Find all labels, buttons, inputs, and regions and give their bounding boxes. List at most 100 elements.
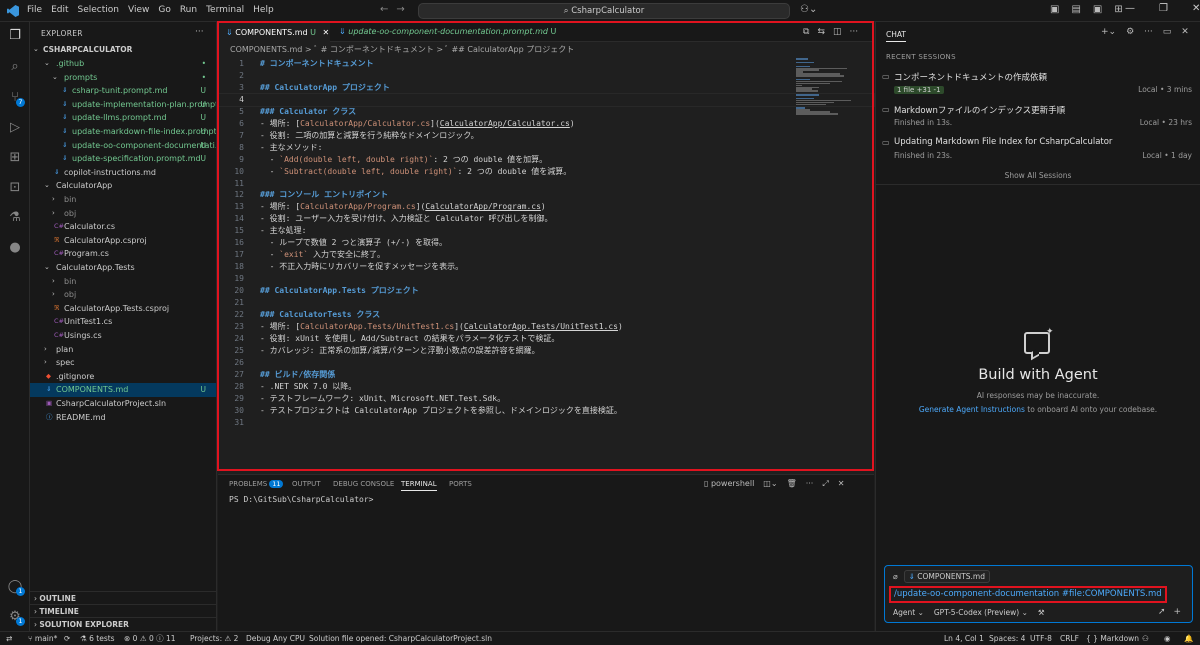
- generate-agent-instructions-link[interactable]: Generate Agent Instructions: [919, 405, 1025, 414]
- folder-item[interactable]: ⌄ CalculatorApp: [30, 179, 216, 193]
- indentation[interactable]: Spaces: 4: [989, 632, 1025, 645]
- debug-config[interactable]: Debug Any CPU: [246, 632, 305, 645]
- close-chat-icon[interactable]: ✕: [1181, 27, 1189, 37]
- folder-item[interactable]: › spec: [30, 356, 216, 370]
- menu-run[interactable]: Run: [180, 5, 197, 15]
- language-mode[interactable]: { } Markdown: [1086, 632, 1139, 645]
- panel-tab-debug-console[interactable]: DEBUG CONSOLE: [333, 480, 394, 488]
- file-item[interactable]: ◆ .gitignore: [30, 370, 216, 384]
- file-item[interactable]: ⇓ update-llms.prompt.md U: [30, 111, 216, 125]
- sync-icon[interactable]: ⟳: [64, 632, 70, 645]
- more-actions-icon[interactable]: ···: [1144, 27, 1153, 37]
- panel-tab-problems[interactable]: PROBLEMS 11: [229, 480, 284, 488]
- run-debug-icon[interactable]: ▷: [7, 120, 23, 136]
- file-item[interactable]: ⇓ COMPONENTS.md U: [30, 383, 216, 397]
- menu-terminal[interactable]: Terminal: [206, 5, 244, 15]
- accounts-status-icon[interactable]: ◉: [1164, 632, 1171, 645]
- folder-item[interactable]: › plan: [30, 343, 216, 357]
- menu-edit[interactable]: Edit: [51, 5, 68, 15]
- file-item[interactable]: ⇓ update-markdown-file-index.prompt.... U: [30, 125, 216, 139]
- more-actions-icon[interactable]: ···: [195, 27, 204, 37]
- toggle-sidebar-icon[interactable]: ▣: [1050, 4, 1059, 15]
- notifications-icon[interactable]: 🔔: [1184, 632, 1193, 645]
- command-center-search[interactable]: ⌕ CsharpCalculator: [418, 3, 790, 19]
- folder-item[interactable]: ⌄ .github •: [30, 57, 216, 71]
- folder-item[interactable]: › obj: [30, 207, 216, 221]
- testing-icon[interactable]: ⚗: [7, 210, 23, 226]
- menu-help[interactable]: Help: [253, 5, 274, 15]
- problems-indicator[interactable]: ⊗ 0 ⚠ 0 ⓘ 11: [124, 632, 176, 645]
- explorer-icon[interactable]: ❐: [7, 28, 23, 44]
- chat-settings-icon[interactable]: ⚙: [1126, 27, 1134, 37]
- kill-terminal-icon[interactable]: 🗑: [787, 479, 797, 489]
- chat-title[interactable]: CHAT: [886, 30, 907, 42]
- remote-explorer-icon[interactable]: ⊡: [7, 180, 23, 196]
- panel-tab-ports[interactable]: PORTS: [449, 480, 472, 488]
- back-arrow-icon[interactable]: ←: [380, 4, 396, 15]
- chat-session-item[interactable]: ▭ Markdownファイルのインデックス更新手順 Finished in 13s.…: [876, 104, 1200, 132]
- chat-input-text[interactable]: /update-oo-component-documentation #file…: [889, 586, 1167, 603]
- extensions-icon[interactable]: ⊞: [7, 150, 23, 166]
- maximize-panel-icon[interactable]: ⤢: [822, 479, 828, 489]
- folder-item[interactable]: › bin: [30, 275, 216, 289]
- folder-item[interactable]: ⌄ CalculatorApp.Tests: [30, 261, 216, 275]
- copilot-icon[interactable]: ⚇⌄: [800, 4, 817, 15]
- menu-file[interactable]: File: [27, 5, 42, 15]
- file-item[interactable]: ℜ CalculatorApp.csproj: [30, 234, 216, 248]
- branch-indicator[interactable]: ⑂ main*: [28, 632, 57, 645]
- folder-item[interactable]: › obj: [30, 288, 216, 302]
- solution-explorer-panel-header[interactable]: › SOLUTION EXPLORER: [30, 617, 216, 630]
- folder-item[interactable]: › bin: [30, 193, 216, 207]
- menu-go[interactable]: Go: [158, 5, 170, 15]
- customize-layout-icon[interactable]: ⊞: [1114, 4, 1122, 15]
- file-item[interactable]: C# Usings.cs: [30, 329, 216, 343]
- file-item[interactable]: ⇓ copilot-instructions.md: [30, 166, 216, 180]
- panel-tab-terminal[interactable]: TERMINAL: [401, 480, 437, 491]
- send-icon[interactable]: ➚: [1158, 607, 1166, 617]
- add-icon[interactable]: +: [1174, 607, 1182, 617]
- panel-tab-output[interactable]: OUTPUT: [292, 480, 321, 488]
- file-item[interactable]: ⇓ update-specification.prompt.md U: [30, 152, 216, 166]
- new-chat-icon[interactable]: +⌄: [1101, 27, 1116, 37]
- file-item[interactable]: C# Calculator.cs: [30, 220, 216, 234]
- terminal-prompt[interactable]: PS D:\GitSub\CsharpCalculator>: [229, 495, 374, 504]
- explorer-root-folder[interactable]: ⌄ CSHARPCALCULATOR: [30, 43, 216, 57]
- maximize-icon[interactable]: ❐: [1159, 3, 1168, 14]
- file-item[interactable]: ⇓ update-implementation-plan.prompt.... U: [30, 98, 216, 112]
- close-panel-icon[interactable]: ✕: [838, 479, 845, 489]
- cursor-position[interactable]: Ln 4, Col 1: [944, 632, 984, 645]
- nav-arrows[interactable]: ←→: [380, 4, 413, 15]
- model-picker[interactable]: GPT-5-Codex (Preview) ⌄: [934, 608, 1028, 617]
- file-item[interactable]: ℜ CalculatorApp.Tests.csproj: [30, 302, 216, 316]
- encoding[interactable]: UTF-8: [1030, 632, 1052, 645]
- menu-selection[interactable]: Selection: [78, 5, 119, 15]
- file-item[interactable]: ⇓ csharp-tunit.prompt.md U: [30, 84, 216, 98]
- chat-input-box[interactable]: ⌀ ⇓ COMPONENTS.md /update-oo-component-d…: [884, 565, 1193, 623]
- projects-indicator[interactable]: Projects: ⚠ 2: [190, 632, 238, 645]
- minimize-icon[interactable]: —: [1125, 3, 1135, 14]
- timeline-panel-header[interactable]: › TIMELINE: [30, 604, 216, 617]
- file-item[interactable]: ▣ CsharpCalculatorProject.sln: [30, 397, 216, 411]
- file-item[interactable]: ⇓ update-oo-component-documentati... U: [30, 139, 216, 153]
- forward-arrow-icon[interactable]: →: [396, 4, 412, 15]
- close-window-icon[interactable]: ✕: [1192, 3, 1200, 14]
- chat-session-item[interactable]: ▭ コンポーネントドキュメントの作成依頼 1 file +31 -1 Local • …: [876, 71, 1200, 99]
- more-actions-icon[interactable]: ···: [806, 479, 814, 489]
- maximize-icon[interactable]: ▭: [1163, 27, 1172, 37]
- split-terminal-icon[interactable]: ◫⌄: [763, 479, 777, 489]
- search-icon[interactable]: ⌕: [7, 59, 23, 75]
- attached-file-chip[interactable]: ⇓ COMPONENTS.md: [903, 570, 990, 583]
- file-item[interactable]: C# UnitTest1.cs: [30, 315, 216, 329]
- copilot-status-icon[interactable]: ⚇: [1142, 632, 1149, 645]
- remote-icon[interactable]: ⇄: [6, 632, 12, 645]
- toggle-secondary-sidebar-icon[interactable]: ▣: [1093, 4, 1102, 15]
- terminal-instance[interactable]: ▯ powershell: [704, 479, 754, 489]
- menu-view[interactable]: View: [128, 5, 149, 15]
- mode-picker[interactable]: Agent ⌄: [893, 608, 924, 617]
- folder-item[interactable]: ⌄ prompts •: [30, 71, 216, 85]
- chat-session-item[interactable]: ▭ Updating Markdown File Index for Csharp…: [876, 137, 1200, 165]
- configure-tools-icon[interactable]: ⚒: [1038, 608, 1045, 617]
- show-all-sessions-link[interactable]: Show All Sessions: [876, 171, 1200, 180]
- tests-indicator[interactable]: ⚗ 6 tests: [80, 632, 115, 645]
- outline-panel-header[interactable]: › OUTLINE: [30, 591, 216, 604]
